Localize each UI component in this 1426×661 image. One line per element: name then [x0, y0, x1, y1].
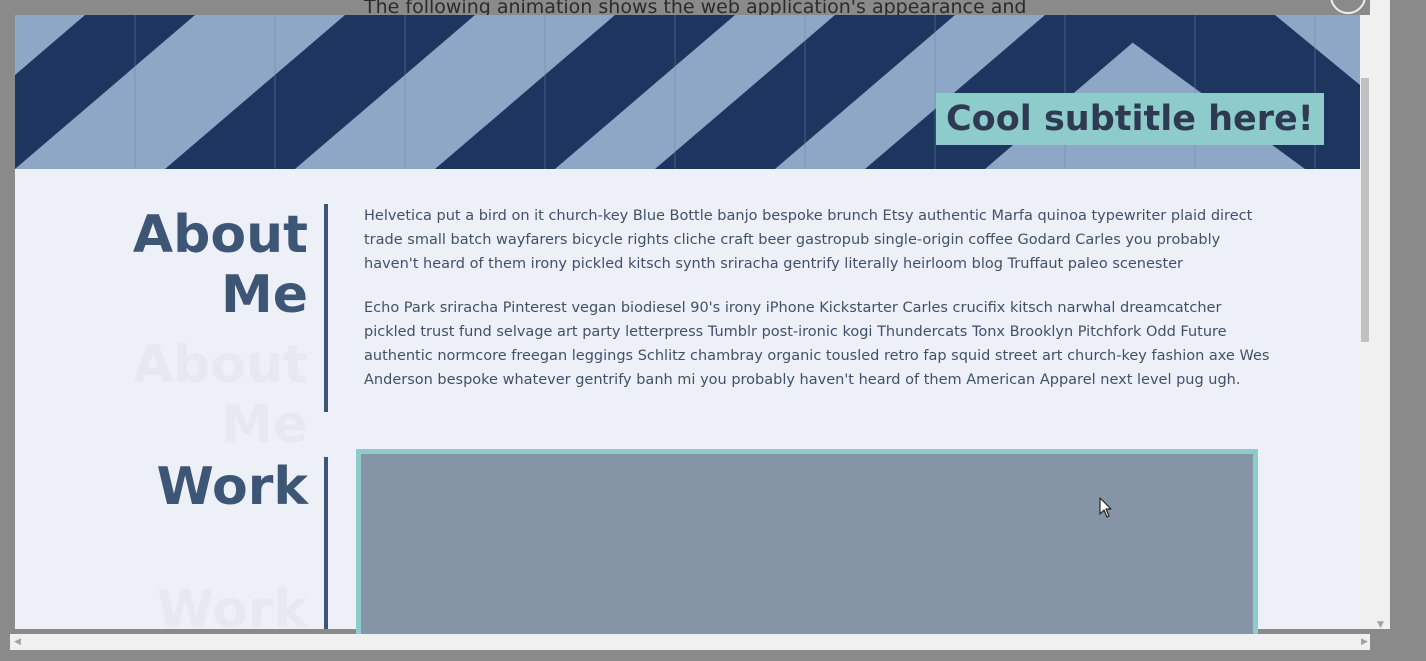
outer-vertical-scrollbar[interactable] [1370, 0, 1390, 629]
about-title-line2: Me [220, 265, 308, 325]
work-title: Work [156, 457, 308, 517]
scroll-down-arrow-icon[interactable]: ▼ [1377, 620, 1384, 630]
about-title-reflection: About Me [133, 335, 308, 455]
about-title-reflection-line2: Me [133, 395, 308, 455]
about-paragraph-2: Echo Park sriracha Pinterest vegan biodi… [364, 300, 1270, 388]
scroll-left-arrow-icon[interactable]: ◀ [14, 637, 21, 647]
about-title-reflection-line1: About [133, 335, 308, 395]
hero-banner: Cool subtitle here! [15, 15, 1360, 169]
about-divider [324, 204, 328, 412]
about-title-line1: About [132, 205, 308, 265]
work-title-reflection: Work [157, 580, 308, 629]
work-image-frame[interactable] [356, 449, 1258, 634]
hero-stripes-image [15, 15, 1360, 169]
hero-subtitle: Cool subtitle here! [936, 93, 1324, 145]
about-title: About Me [133, 205, 308, 325]
work-divider [324, 457, 328, 629]
mouse-cursor-icon [1099, 497, 1112, 518]
about-paragraph-1: Helvetica put a bird on it church-key Bl… [364, 208, 1253, 272]
inner-scrollbar-thumb[interactable] [1361, 78, 1369, 342]
scroll-right-arrow-icon[interactable]: ▶ [1361, 637, 1368, 647]
horizontal-scrollbar[interactable] [10, 634, 1370, 650]
